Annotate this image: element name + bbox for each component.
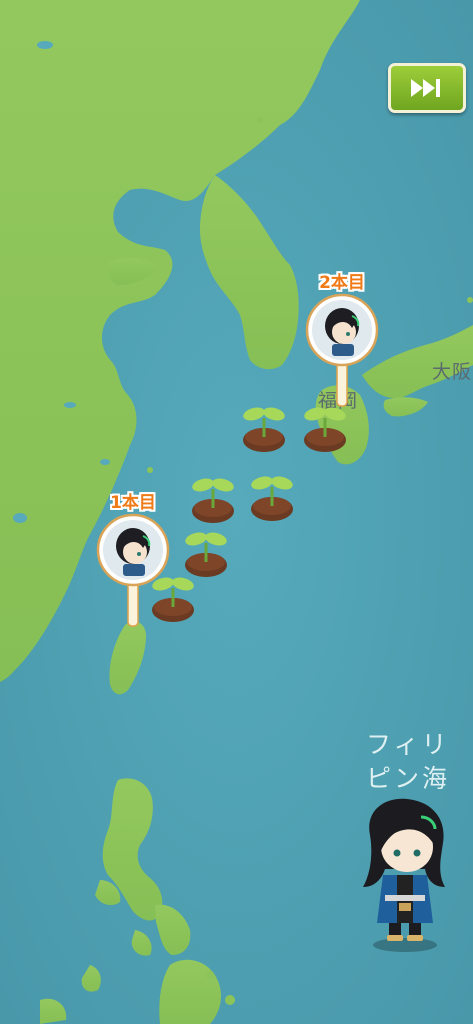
- sea-label-line2: ピン海: [366, 764, 451, 793]
- sprout-planted: [185, 532, 227, 577]
- marker-count-label: 1本目: [110, 493, 156, 513]
- fast-forward-icon: [411, 79, 440, 97]
- sea-label-line1: フィリ: [366, 730, 450, 759]
- character-pin-icon: [305, 293, 379, 407]
- sprout-planted: [192, 478, 234, 523]
- sea-label: フィリ ピン海: [366, 728, 466, 796]
- city-label-osaka: 大阪: [432, 361, 473, 383]
- sprout-planted: [243, 407, 285, 452]
- character-pin-icon: [96, 513, 170, 627]
- fast-forward-button[interactable]: [388, 63, 466, 113]
- sprout-planted: [251, 476, 293, 521]
- character-avatar[interactable]: [355, 795, 455, 955]
- sprout-planted: [304, 407, 346, 452]
- location-marker-1[interactable]: 1本目: [95, 488, 171, 628]
- marker-count-label: 2本目: [319, 273, 365, 293]
- location-marker-2[interactable]: 2本目: [304, 268, 380, 408]
